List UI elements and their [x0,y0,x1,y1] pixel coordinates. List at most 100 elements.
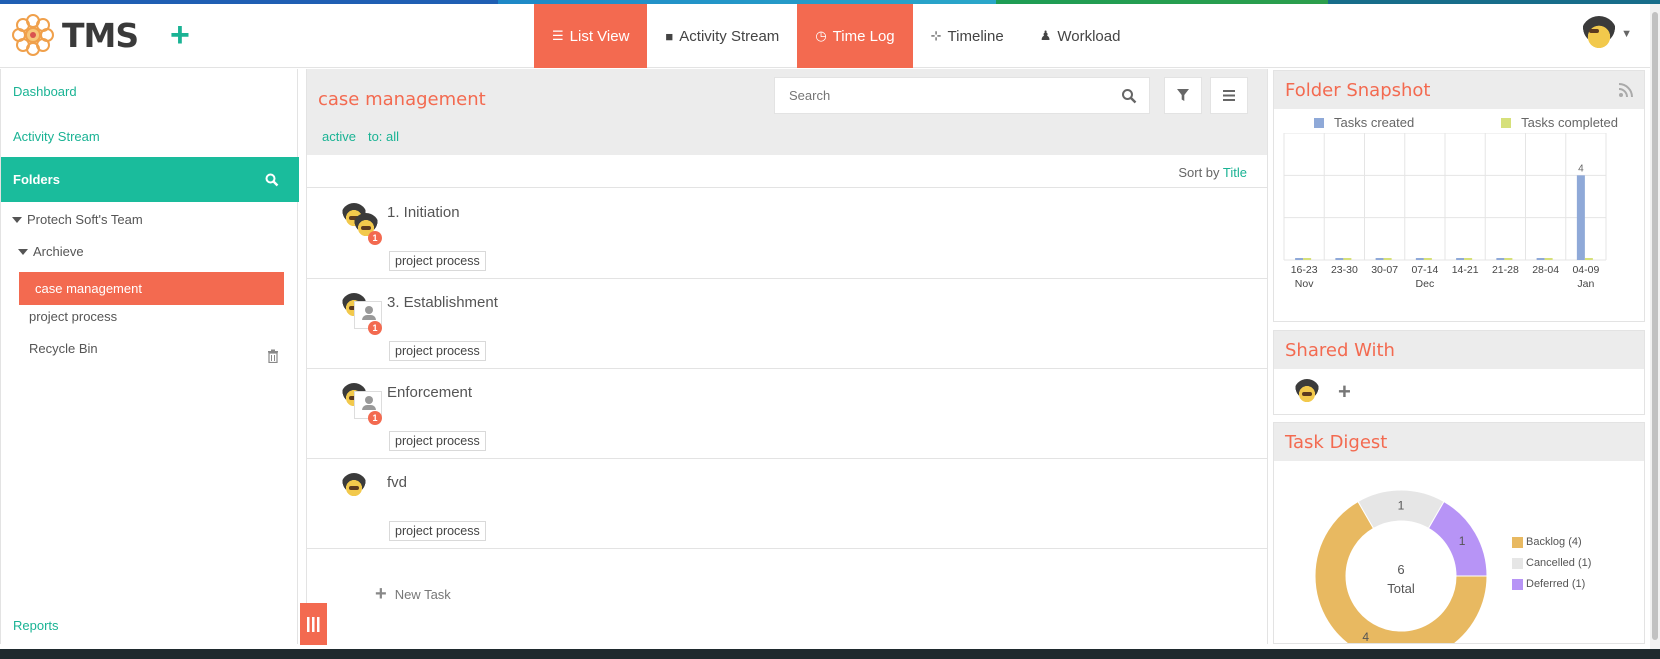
tree-item-case-management[interactable]: case management [19,272,284,305]
app-logo[interactable]: TMS [8,10,139,60]
sort-value[interactable]: Title [1223,165,1247,180]
comment-icon: ■ [665,28,674,44]
sidebar-item-reports[interactable]: Reports [13,618,59,633]
task-title[interactable]: 1. Initiation [387,204,460,221]
menu-button[interactable] [1210,77,1248,114]
donut-legend-item[interactable]: Deferred (1) [1512,578,1591,590]
filter-icon [1177,89,1189,101]
bar-completed [1464,258,1473,260]
bar-completed [1383,258,1392,260]
task-row[interactable]: 1 Enforcement project process [307,369,1267,459]
tree-item-recycle-bin[interactable]: Recycle Bin [29,341,98,356]
plus-icon[interactable]: + [1338,379,1351,405]
search-icon[interactable] [265,173,279,187]
add-new-button[interactable]: + [170,18,190,52]
legend-created-label: Tasks created [1334,115,1415,130]
task-tag[interactable]: project process [389,251,486,271]
donut-legend: Backlog (4) Cancelled (1) Deferred (1) [1512,536,1591,599]
task-row[interactable]: 1 3. Establishment project process [307,279,1267,369]
task-title[interactable]: 3. Establishment [387,294,498,311]
tab-time-log[interactable]: ◷ Time Log [797,4,913,68]
sidebar-toggle-button[interactable] [300,603,327,645]
rss-icon[interactable] [1619,83,1633,97]
sort-control[interactable]: Sort by Title [1178,165,1247,180]
user-avatar [1581,16,1618,52]
sidebar-item-dashboard[interactable]: Dashboard [13,84,77,99]
data-label: 4 [1578,163,1584,174]
sliders-icon: ⊹ [930,28,942,43]
tab-workload[interactable]: ♟ Workload [1022,4,1139,68]
tab-timeline[interactable]: ⊹ Timeline [913,4,1022,68]
logo-text: TMS [62,15,139,55]
caret-down-icon: ▼ [1621,28,1632,40]
legend-label: Backlog (4) [1526,536,1582,548]
task-assignees: 1 [341,293,382,335]
task-title[interactable]: fvd [387,474,407,491]
bottom-bar [0,649,1660,659]
avatar[interactable] [1294,379,1320,405]
x-tick-label: 16-23 [1291,264,1318,276]
task-tag[interactable]: project process [389,431,486,451]
search-input[interactable] [775,78,1095,113]
page-scrollbar[interactable] [1650,4,1660,649]
count-badge: 1 [368,231,382,245]
tab-label: List View [569,27,630,45]
legend-swatch [1512,578,1523,590]
task-row[interactable]: fvd project process [307,459,1267,549]
task-row[interactable]: 1 1. Initiation project process [307,189,1267,279]
snapshot-bar-chart: 16-23 Nov 23-30 30-07 07-14 Dec 14-21 21-28 28-0… [1283,133,1607,290]
tree-team[interactable]: Protech Soft's Team [12,212,143,227]
tree-archive-label: Archieve [33,244,84,259]
logo-flower-icon [12,14,54,56]
avatar [341,473,367,499]
legend-swatch [1501,118,1512,128]
bar-created [1375,258,1384,260]
sidebar-item-activity-stream[interactable]: Activity Stream [13,129,100,144]
panel-title: Task Digest [1285,431,1388,453]
tab-activity-stream[interactable]: ■ Activity Stream [647,4,797,68]
user-menu[interactable]: ▼ [1581,16,1632,52]
task-tag[interactable]: project process [389,521,486,541]
folder-title: case management [318,89,486,110]
trash-icon[interactable] [267,349,279,363]
folder-snapshot-panel: Folder Snapshot Tasks created Tasks comp… [1273,70,1645,322]
bar-created [1335,258,1344,260]
x-tick-label: 21-28 [1492,264,1519,276]
filter-button[interactable] [1164,77,1202,114]
scrollbar-thumb[interactable] [1652,12,1658,640]
task-tag[interactable]: project process [389,341,486,361]
filter-to[interactable]: to: all [368,129,399,144]
shared-with-panel: Shared With + [1273,330,1645,415]
slice-label: 4 [1362,630,1369,644]
panel-title: Folder Snapshot [1285,79,1431,101]
tree-archive[interactable]: Archieve [18,244,84,259]
task-title[interactable]: Enforcement [387,384,472,401]
tab-label: Workload [1057,27,1121,45]
filter-active[interactable]: active [322,129,356,144]
donut-legend-item[interactable]: Backlog (4) [1512,536,1591,548]
bar-created [1496,258,1505,260]
tab-label: Time Log [832,27,895,45]
month-label: Jan [1577,278,1594,290]
x-tick-label: 28-04 [1532,264,1559,276]
search-icon[interactable] [1121,88,1137,104]
tree-item-project-process[interactable]: project process [29,309,117,324]
legend-label: Cancelled (1) [1526,557,1592,569]
month-label: Nov [1295,278,1314,290]
panel-header: Shared With [1274,331,1644,369]
donut-legend-item[interactable]: Cancelled (1) [1512,557,1591,569]
x-tick-label: 07-14 [1411,264,1438,276]
bar-created [1536,258,1545,260]
tab-list-view[interactable]: ☰ List View [534,4,648,68]
plus-icon: + [375,583,387,605]
sort-label: Sort by [1178,165,1220,180]
legend-swatch [1512,536,1523,548]
legend-label: Deferred (1) [1526,578,1586,590]
app-header: TMS + ☰ List View ■ Activity Stream ◷ Ti… [0,4,1660,68]
view-tabs: ☰ List View ■ Activity Stream ◷ Time Log… [534,4,1138,68]
count-badge: 1 [368,321,382,335]
new-task-button[interactable]: + New Task [375,583,451,606]
folders-header[interactable]: Folders [1,157,299,202]
month-label: Dec [1416,278,1435,290]
shared-users: + [1294,379,1351,405]
